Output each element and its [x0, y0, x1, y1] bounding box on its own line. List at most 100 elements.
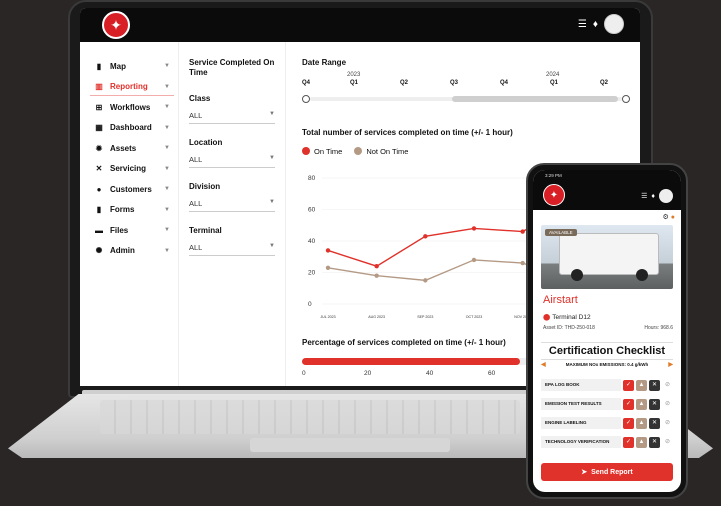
maple-leaf-logo-icon[interactable]: ✦ [543, 184, 565, 206]
chevron-down-icon: ▼ [164, 104, 170, 111]
asset-hours: Hours: 968.6 [644, 325, 673, 331]
chevron-down-icon: ▼ [164, 227, 170, 234]
sidebar-item-customers[interactable]: ● Customers ▼ [80, 179, 178, 200]
quarter-label: Q1 [350, 80, 359, 86]
sidebar-item-label: Assets [110, 143, 137, 153]
attachment-icon[interactable]: ⊘ [662, 418, 673, 429]
legend-dot-on-time [302, 147, 310, 155]
laptop-trackpad [250, 438, 450, 452]
filter-select-division[interactable]: ALL ▼ [189, 199, 275, 212]
attachment-icon[interactable]: ⊘ [662, 437, 673, 448]
avatar[interactable] [604, 14, 624, 34]
send-icon: ➤ [581, 469, 588, 476]
wheel-graphic [636, 269, 648, 281]
filter-value: ALL [189, 155, 203, 164]
attachment-icon[interactable]: ⊘ [662, 399, 673, 410]
chevron-left-icon[interactable]: ◀ [541, 361, 546, 368]
send-report-button[interactable]: ➤ Send Report [541, 463, 673, 481]
image-nav: ⚙ ● [663, 213, 675, 221]
laptop-keyboard [100, 400, 520, 434]
quarter-label: Q3 [450, 80, 459, 86]
sidebar-item-forms[interactable]: ▮ Forms ▼ [80, 200, 178, 221]
slider-right-handle[interactable] [622, 95, 630, 103]
legend-on-time[interactable]: On Time [302, 147, 342, 156]
filter-label-location: Location [189, 138, 223, 147]
sidebar-item-label: Servicing [110, 164, 147, 174]
year-label: 2024 [546, 72, 560, 78]
avatar[interactable] [659, 189, 673, 203]
filter-label-division: Division [189, 182, 221, 191]
sidebar-item-servicing[interactable]: ✕ Servicing ▼ [80, 159, 178, 180]
x-tick-label: SEP 2023 [417, 315, 433, 319]
clipboard-icon: ▮ [96, 205, 102, 215]
percentage-tick: 40 [426, 370, 434, 377]
sidebar: ▮ Map ▼ ▥ Reporting ▼ ⊞ Workflows ▼ ▦ Dashb… [80, 42, 178, 386]
chevron-down-icon: ▼ [164, 206, 170, 213]
close-icon[interactable]: ✕ [649, 417, 660, 429]
data-point [423, 234, 428, 239]
sidebar-item-assets[interactable]: ✹ Assets ▼ [80, 138, 178, 159]
filter-select-class[interactable]: ALL ▼ [189, 111, 275, 124]
chevron-down-icon: ▼ [164, 165, 170, 172]
quarter-label: Q4 [500, 80, 509, 86]
filter-value: ALL [189, 111, 203, 120]
filter-label-terminal: Terminal [189, 226, 222, 235]
checklist-item-label: EMISSION TEST RESULTS [541, 398, 621, 410]
slider-left-handle[interactable] [302, 95, 310, 103]
y-tick-label: 40 [308, 238, 316, 245]
sidebar-item-label: Admin [110, 246, 135, 256]
sidebar-item-map[interactable]: ▮ Map ▼ [80, 56, 178, 77]
legend-not-on-time[interactable]: Not On Time [354, 147, 408, 156]
hamburger-menu-icon[interactable]: ☰ [641, 192, 647, 200]
status-time: 3:29 PM [545, 173, 562, 178]
chart-legend: On Time Not On Time [302, 147, 408, 156]
legend-label-not-on-time: Not On Time [366, 147, 409, 156]
users-icon: ● [96, 184, 102, 194]
slider-selected-range[interactable] [452, 96, 618, 102]
check-icon[interactable]: ✓ [623, 379, 634, 391]
chart-title: Total number of services completed on ti… [302, 128, 513, 137]
sidebar-item-workflows[interactable]: ⊞ Workflows ▼ [80, 97, 178, 118]
filter-label-class: Class [189, 94, 211, 103]
check-icon[interactable]: ✓ [623, 436, 634, 448]
warning-icon[interactable]: ▲ [636, 436, 647, 448]
bell-icon[interactable]: ♦ [593, 19, 598, 30]
sidebar-item-files[interactable]: ▬ Files ▼ [80, 220, 178, 241]
filter-select-terminal[interactable]: ALL ▼ [189, 243, 275, 256]
check-icon[interactable]: ✓ [623, 398, 634, 410]
bell-icon[interactable]: ♦ [651, 193, 655, 200]
warning-icon[interactable]: ▲ [636, 417, 647, 429]
sidebar-item-admin[interactable]: ✺ Admin ▼ [80, 241, 178, 262]
date-range-slider[interactable] [302, 95, 630, 103]
maple-leaf-logo-icon[interactable]: ✦ [102, 11, 130, 39]
sidebar-item-label: Forms [110, 205, 135, 215]
chevron-down-icon: ▼ [269, 111, 275, 117]
settings-icon[interactable]: ⚙ [663, 214, 669, 221]
attachment-icon[interactable]: ⊘ [662, 380, 673, 391]
check-icon[interactable]: ✓ [623, 417, 634, 429]
data-point [471, 257, 477, 263]
chevron-right-icon[interactable]: ▶ [668, 361, 673, 368]
warning-icon[interactable]: ▲ [636, 379, 647, 391]
asset-id: Asset ID: THD-250-018 [543, 325, 595, 331]
close-icon[interactable]: ✕ [649, 436, 660, 448]
x-tick-label: AUG 2023 [368, 315, 385, 319]
asset-terminal: ⬤ Terminal D12 [543, 313, 591, 321]
phone-screen: 3:29 PM ✦ ☰ ♦ ⚙ ● AVAILABLE Airstart ⬤ Te… [533, 170, 681, 492]
hamburger-menu-icon[interactable]: ☰ [578, 19, 587, 30]
map-icon: ▮ [96, 61, 102, 71]
legend-label-on-time: On Time [314, 147, 343, 156]
sidebar-item-reporting[interactable]: ▥ Reporting ▼ [80, 77, 178, 98]
close-icon[interactable]: ✕ [649, 379, 660, 391]
sidebar-item-dashboard[interactable]: ▦ Dashboard ▼ [80, 118, 178, 139]
wheel-graphic [571, 269, 583, 281]
filters-panel: Service Completed On Time Class ALL ▼ Loca… [178, 42, 286, 386]
info-icon[interactable]: ● [671, 214, 675, 221]
cog-icon: ✺ [95, 246, 103, 256]
location-pin-icon: ⬤ [543, 314, 551, 321]
warning-icon[interactable]: ▲ [636, 398, 647, 410]
close-icon[interactable]: ✕ [649, 398, 660, 410]
filter-select-location[interactable]: ALL ▼ [189, 155, 275, 168]
filter-value: ALL [189, 243, 203, 252]
emissions-label: MAXIMUM NOx EMISSIONS: 0.4 g/kWh [565, 362, 649, 367]
